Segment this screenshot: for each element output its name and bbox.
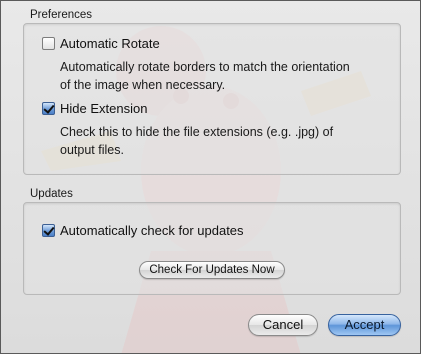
- auto-check-updates-label: Automatically check for updates: [60, 222, 244, 238]
- automatic-rotate-checkbox[interactable]: [42, 36, 55, 50]
- updates-section-title: Updates: [30, 188, 73, 200]
- hide-extension-checkbox[interactable]: [42, 101, 55, 115]
- automatic-rotate-label: Automatic Rotate: [60, 35, 160, 51]
- preferences-window: Preferences Automatic Rotate Automatical…: [0, 0, 421, 354]
- accept-button[interactable]: Accept: [328, 314, 401, 336]
- automatic-rotate-description: Automatically rotate borders to match th…: [60, 60, 350, 92]
- auto-check-updates-checkbox-row[interactable]: Automatically check for updates: [42, 221, 244, 239]
- preferences-section-title: Preferences: [30, 9, 93, 21]
- hide-extension-description: Check this to hide the file extensions (…: [60, 125, 334, 157]
- hide-extension-checkbox-row[interactable]: Hide Extension: [42, 99, 147, 117]
- cancel-button[interactable]: Cancel: [248, 314, 318, 336]
- check-for-updates-now-button[interactable]: Check For Updates Now: [139, 261, 285, 279]
- updates-group: Automatically check for updates Check Fo…: [23, 202, 401, 295]
- preferences-group: Automatic Rotate Automatically rotate bo…: [23, 23, 401, 175]
- hide-extension-label: Hide Extension: [60, 100, 148, 116]
- auto-check-updates-checkbox[interactable]: [42, 223, 55, 237]
- automatic-rotate-checkbox-row[interactable]: Automatic Rotate: [42, 34, 160, 52]
